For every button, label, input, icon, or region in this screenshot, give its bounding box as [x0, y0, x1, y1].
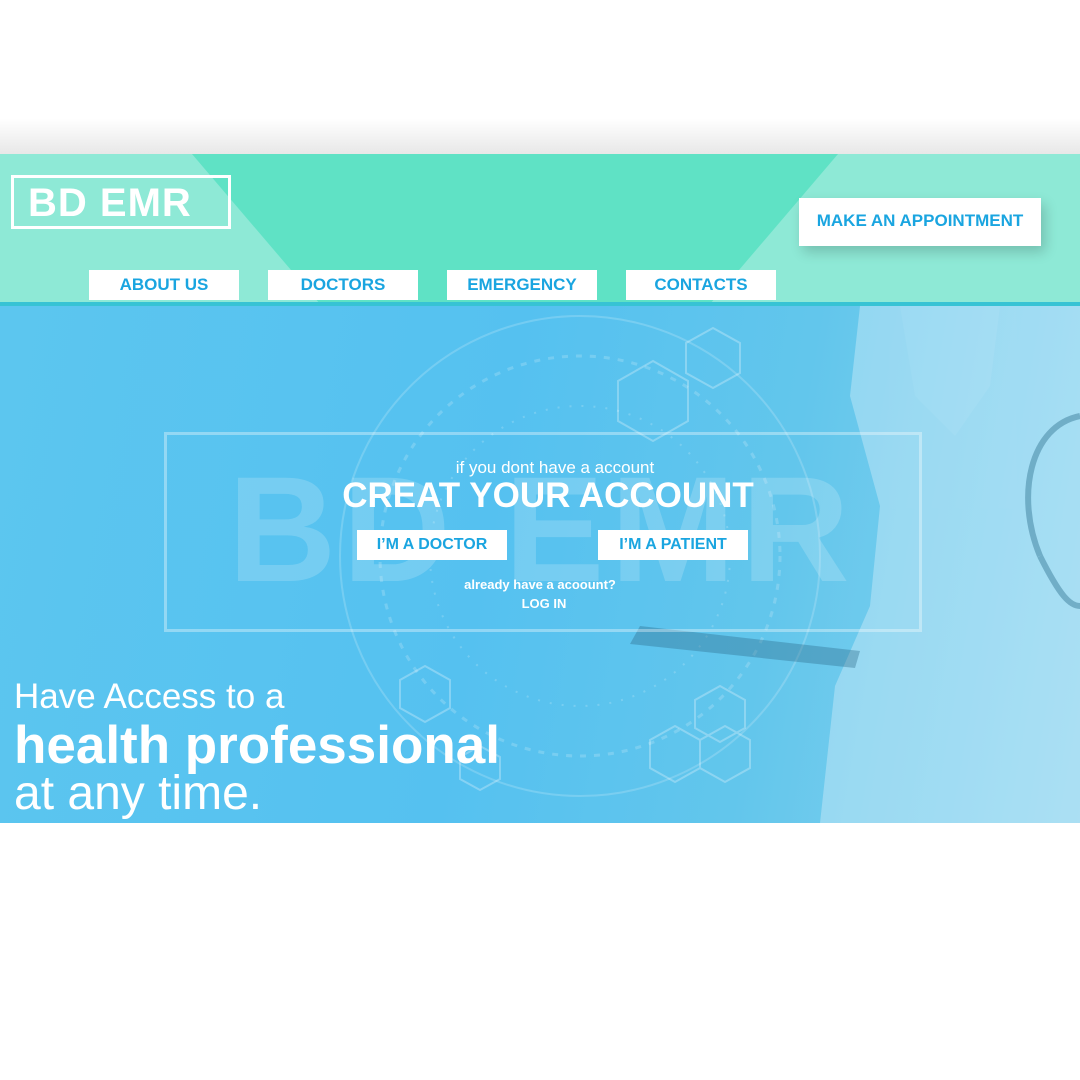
signup-subtitle: if you dont have a account: [455, 458, 655, 477]
already-have-account-text: already have a acoount?: [464, 577, 616, 592]
nav-about-us[interactable]: ABOUT US: [89, 270, 239, 300]
hero-tagline-line3: at any time.: [14, 767, 263, 820]
make-appointment-button[interactable]: MAKE AN APPOINTMENT: [799, 198, 1041, 246]
nav-doctors[interactable]: DOCTORS: [268, 270, 418, 300]
signup-title: CREAT YOUR ACCOUNT: [342, 476, 754, 515]
patient-signup-button[interactable]: I’M A PATIENT: [598, 530, 748, 560]
page-top-shadow: [0, 118, 1080, 158]
logo[interactable]: BD EMR: [11, 175, 231, 229]
doctor-signup-button[interactable]: I’M A DOCTOR: [357, 530, 507, 560]
login-link[interactable]: LOG IN: [494, 595, 594, 613]
hero-tagline-line1: Have Access to a: [14, 677, 285, 716]
nav-contacts[interactable]: CONTACTS: [626, 270, 776, 300]
nav-emergency[interactable]: EMERGENCY: [447, 270, 597, 300]
